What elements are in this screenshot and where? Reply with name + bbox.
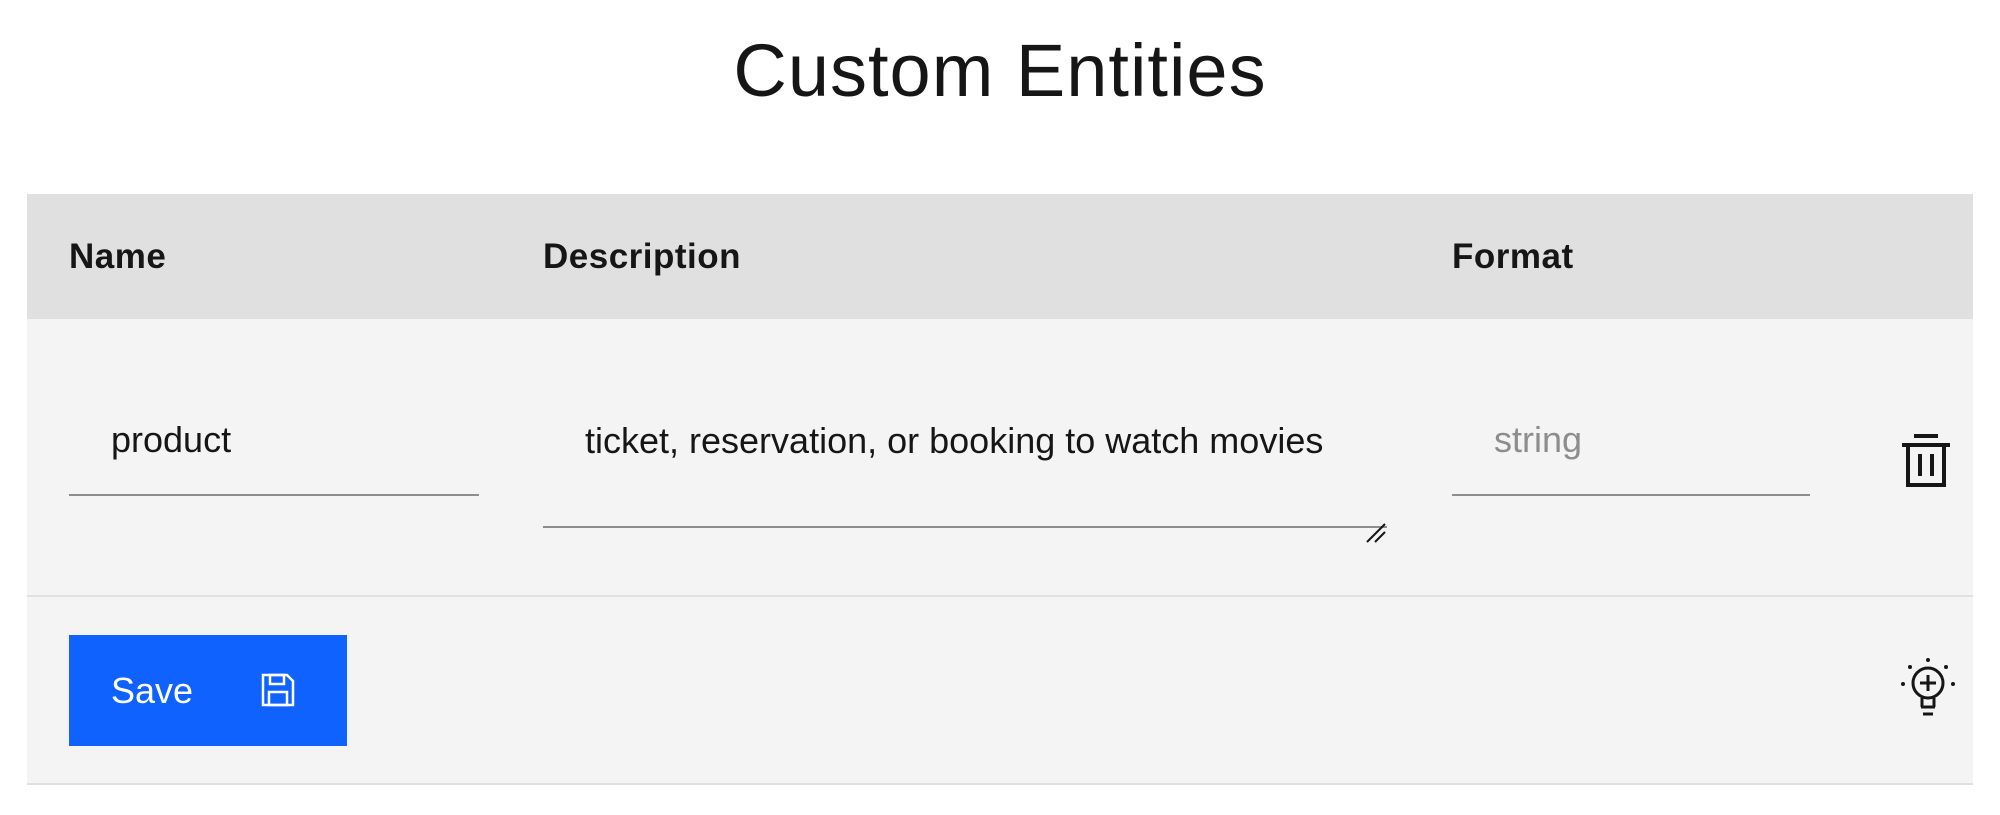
column-header-format: Format bbox=[1452, 237, 1574, 276]
save-icon bbox=[261, 673, 295, 707]
resize-handle-icon[interactable] bbox=[1365, 522, 1387, 544]
table-footer: Save bbox=[27, 597, 1973, 785]
trash-icon[interactable] bbox=[1900, 432, 1952, 488]
lightbulb-add-icon[interactable] bbox=[1900, 657, 1956, 721]
table-row: ticket, reservation, or booking to watch… bbox=[27, 319, 1973, 597]
table-header: Name Description Format bbox=[27, 194, 1973, 319]
entity-name-input[interactable] bbox=[69, 386, 479, 496]
save-button[interactable]: Save bbox=[69, 635, 347, 746]
save-button-label: Save bbox=[111, 670, 194, 711]
custom-entities-table: Name Description Format ticket, reservat… bbox=[27, 194, 1973, 785]
entity-description-textarea[interactable]: ticket, reservation, or booking to watch… bbox=[543, 406, 1387, 528]
page-title: Custom Entities bbox=[733, 29, 1267, 112]
column-header-name: Name bbox=[69, 237, 167, 276]
column-header-description: Description bbox=[543, 237, 742, 276]
entity-format-input[interactable] bbox=[1452, 386, 1810, 496]
